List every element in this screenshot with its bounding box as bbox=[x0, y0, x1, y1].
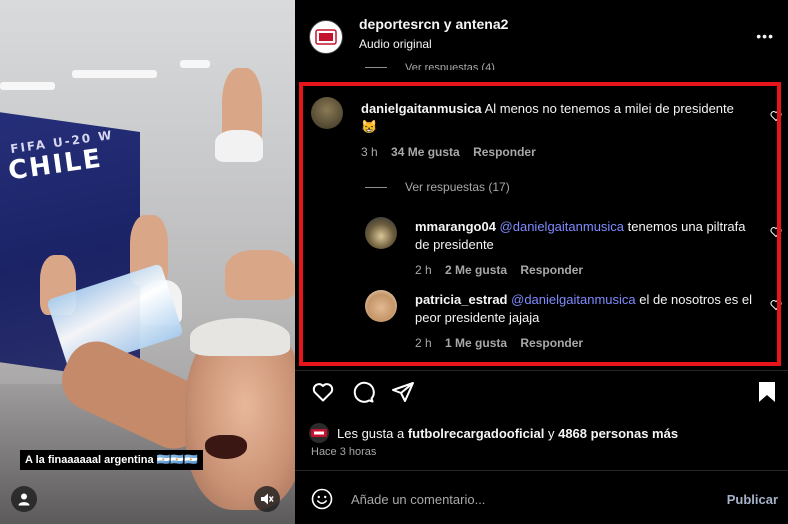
likes-others[interactable]: 4868 personas más bbox=[558, 426, 678, 441]
post-panel: deportesrcn y antena2 Audio original •••… bbox=[295, 0, 788, 524]
heart-icon bbox=[312, 383, 334, 402]
highlight-box bbox=[299, 82, 781, 366]
rcn-logo-icon bbox=[315, 29, 337, 45]
divider bbox=[295, 370, 788, 371]
likes-summary: Les gusta a futbolrecargadooficial y 486… bbox=[309, 423, 678, 443]
mute-button[interactable] bbox=[254, 486, 280, 512]
ceiling-light bbox=[72, 70, 157, 78]
player-shorts bbox=[215, 130, 263, 162]
video-caption: A la finaaaaaal argentina 🇦🇷🇦🇷🇦🇷 bbox=[20, 450, 203, 470]
action-bar bbox=[295, 378, 788, 408]
ceiling-light bbox=[180, 60, 210, 68]
liker-username[interactable]: futbolrecargadooficial bbox=[408, 426, 545, 441]
ceiling-light bbox=[0, 82, 55, 90]
comment-input[interactable]: Añade un comentario... bbox=[351, 492, 485, 507]
liker-avatar[interactable] bbox=[309, 423, 329, 443]
view-replies-cut[interactable]: Ver respuestas (4) bbox=[405, 62, 495, 70]
post-header: deportesrcn y antena2 Audio original ••• bbox=[295, 0, 788, 62]
post-comment-button[interactable]: Publicar bbox=[727, 492, 778, 507]
likes-prefix: Les gusta a bbox=[337, 425, 408, 441]
like-button[interactable] bbox=[309, 378, 337, 406]
audio-label[interactable]: Audio original bbox=[359, 37, 432, 51]
divider bbox=[295, 470, 788, 471]
bookmark-icon bbox=[759, 382, 775, 402]
comment-button[interactable] bbox=[349, 378, 377, 406]
comments-section: Ver respuestas (4) danielgaitanmusica Al… bbox=[295, 62, 788, 370]
comment-icon bbox=[353, 381, 375, 403]
person-icon bbox=[18, 493, 30, 506]
tagged-users-button[interactable] bbox=[11, 486, 37, 512]
account-avatar[interactable] bbox=[309, 20, 343, 54]
emoji-icon[interactable] bbox=[311, 488, 333, 510]
futbol-logo-icon bbox=[311, 429, 327, 437]
player-mouth bbox=[205, 435, 247, 459]
player-hair bbox=[190, 318, 290, 356]
post-time[interactable]: Hace 3 horas bbox=[311, 446, 376, 458]
save-button[interactable] bbox=[753, 378, 781, 406]
more-options-button[interactable]: ••• bbox=[756, 28, 774, 44]
likes-middle: y bbox=[544, 425, 559, 441]
mute-icon bbox=[261, 493, 274, 505]
account-names[interactable]: deportesrcn y antena2 bbox=[359, 16, 508, 32]
more-icon: ••• bbox=[756, 28, 774, 44]
share-button[interactable] bbox=[389, 378, 417, 406]
player-figure bbox=[225, 250, 295, 300]
video-player[interactable]: FIFA U-20 W CHILE A la finaaaaaal argent… bbox=[0, 0, 295, 524]
share-icon bbox=[392, 382, 414, 402]
add-comment-bar: Añade un comentario... Publicar bbox=[295, 478, 788, 518]
divider-line bbox=[365, 67, 387, 68]
